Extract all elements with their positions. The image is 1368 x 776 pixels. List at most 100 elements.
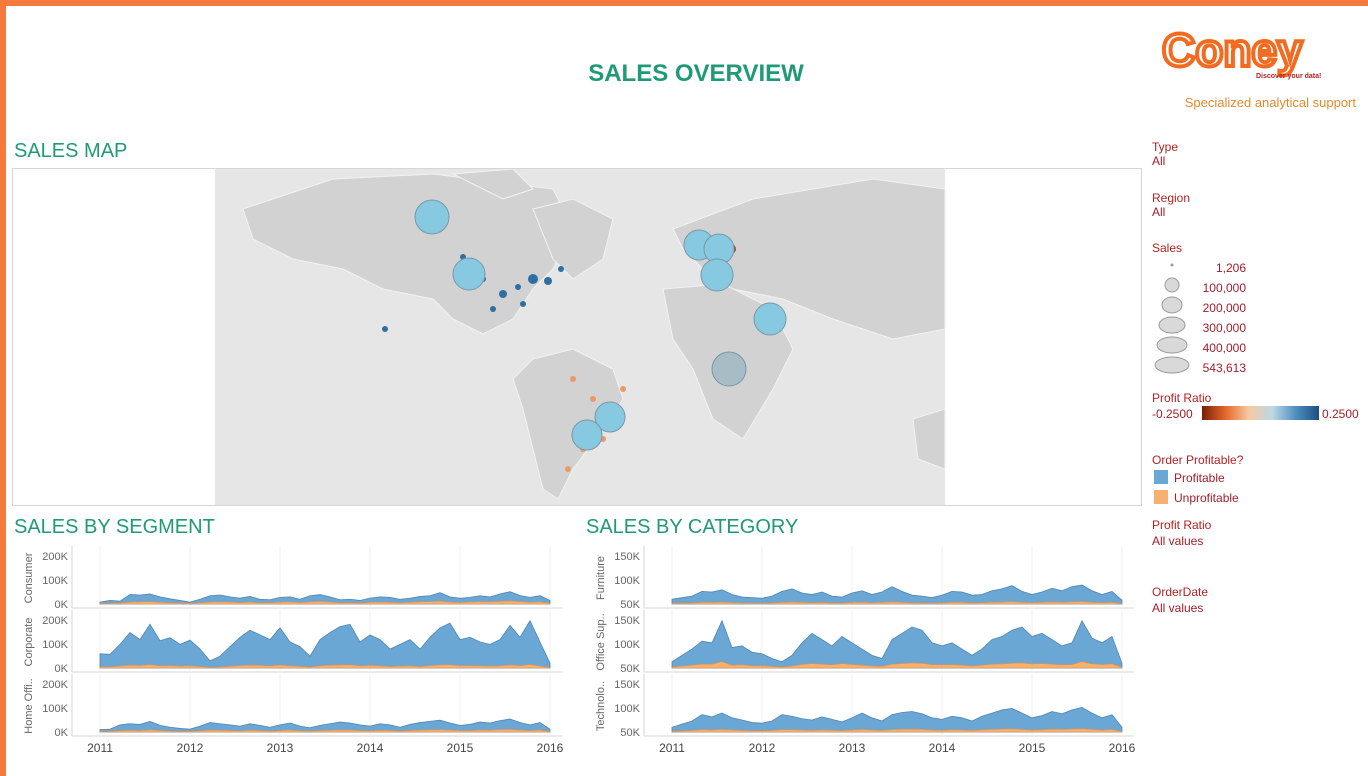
map-bubble[interactable] bbox=[452, 257, 486, 291]
size-value: 100,000 bbox=[1202, 281, 1246, 295]
row-label: Home Offi.. bbox=[23, 678, 35, 733]
unprofitable-legend-item[interactable]: Unprofitable bbox=[1174, 491, 1239, 505]
orderdate-filter-label: OrderDate bbox=[1152, 585, 1209, 599]
sales-size-legend bbox=[1154, 263, 1190, 374]
size-marker bbox=[1158, 316, 1186, 334]
profitable-area[interactable] bbox=[671, 706, 1123, 733]
x-tick-label: 2014 bbox=[929, 741, 956, 755]
profitable-area[interactable] bbox=[99, 619, 551, 669]
y-tick-label: 50K bbox=[620, 663, 640, 675]
y-tick-label: 150K bbox=[614, 615, 640, 627]
profit-ratio-filter-value[interactable]: All values bbox=[1152, 534, 1203, 548]
y-tick-label: 150K bbox=[614, 679, 640, 691]
sales-by-category-chart[interactable]: 150K 100K 50K Furniture 150K 100K 50K Office Su… bbox=[584, 544, 1144, 770]
sales-by-category-title: SALES BY CATEGORY bbox=[586, 516, 799, 538]
size-value: 1,206 bbox=[1215, 261, 1246, 275]
x-tick-label: 2011 bbox=[659, 741, 685, 755]
row-label: Technolo.. bbox=[595, 681, 607, 731]
y-tick-label: 200K bbox=[42, 551, 68, 563]
segment-area-chart[interactable]: 200K 100K 0K Consumer 200K 100K 0K Corporate 200… bbox=[12, 544, 572, 770]
y-tick-label: 100K bbox=[614, 575, 640, 587]
sales-by-segment-title: SALES BY SEGMENT bbox=[14, 516, 215, 538]
dashboard-page: SALES OVERVIEW Coney Discover your data!… bbox=[6, 6, 1368, 776]
profit-ratio-legend-label: Profit Ratio bbox=[1152, 391, 1212, 405]
type-filter-label: Type bbox=[1152, 140, 1179, 154]
row-label: Corporate bbox=[23, 618, 35, 667]
y-tick-label: 150K bbox=[614, 551, 640, 563]
y-tick-label: 100K bbox=[42, 639, 68, 651]
x-tick-label: 2016 bbox=[537, 741, 564, 755]
profit-ratio-filter-label: Profit Ratio bbox=[1152, 518, 1212, 532]
x-tick-label: 2014 bbox=[357, 741, 384, 755]
profit-ratio-max: 0.2500 bbox=[1322, 407, 1359, 421]
profit-ratio-color-ramp bbox=[1202, 406, 1319, 420]
y-tick-label: 200K bbox=[42, 615, 68, 627]
row-label: Furniture bbox=[595, 556, 607, 600]
y-tick-label: 50K bbox=[620, 727, 640, 739]
map-point[interactable] bbox=[558, 266, 564, 272]
map-point[interactable] bbox=[528, 274, 538, 284]
map-point[interactable] bbox=[620, 386, 626, 392]
y-tick-label: 0K bbox=[55, 599, 69, 611]
profitable-area[interactable] bbox=[671, 584, 1123, 605]
x-tick-label: 2012 bbox=[177, 741, 204, 755]
size-value: 400,000 bbox=[1202, 341, 1246, 355]
sales-size-values: 1,206 100,000 200,000 300,000 400,000 54… bbox=[1194, 258, 1246, 378]
coney-logo: Coney Discover your data! bbox=[1160, 24, 1321, 80]
y-tick-label: 50K bbox=[620, 599, 640, 611]
row-label: Office Sup.. bbox=[595, 613, 607, 670]
profit-ratio-min: -0.2500 bbox=[1152, 407, 1193, 421]
x-tick-label: 2013 bbox=[839, 741, 866, 755]
map-point[interactable] bbox=[570, 376, 576, 382]
map-point[interactable] bbox=[544, 277, 552, 285]
x-tick-label: 2016 bbox=[1109, 741, 1136, 755]
sales-legend-label: Sales bbox=[1152, 241, 1183, 255]
x-tick-label: 2013 bbox=[267, 741, 294, 755]
type-filter-value[interactable]: All bbox=[1152, 154, 1165, 168]
sales-by-segment-chart[interactable]: 200K 100K 0K Consumer 200K 100K 0K Corporate 200… bbox=[12, 544, 572, 770]
region-filter-label: Region bbox=[1152, 191, 1191, 205]
map-point[interactable] bbox=[490, 306, 496, 312]
x-tick-label: 2012 bbox=[749, 741, 776, 755]
map-point[interactable] bbox=[590, 396, 596, 402]
size-marker bbox=[1156, 336, 1188, 354]
x-tick-label: 2015 bbox=[1019, 741, 1046, 755]
world-map[interactable] bbox=[13, 169, 1141, 505]
row-label: Consumer bbox=[23, 552, 35, 603]
tagline: Specialized analytical support bbox=[1184, 95, 1356, 110]
y-tick-label: 0K bbox=[55, 663, 69, 675]
unprofitable-swatch bbox=[1154, 490, 1168, 504]
category-area-chart[interactable]: 150K 100K 50K Furniture 150K 100K 50K Office Su… bbox=[584, 544, 1144, 770]
y-tick-label: 200K bbox=[42, 679, 68, 691]
size-marker bbox=[1154, 356, 1190, 374]
size-marker bbox=[1164, 277, 1180, 293]
size-marker bbox=[1170, 263, 1174, 267]
y-tick-label: 100K bbox=[614, 639, 640, 651]
sales-map[interactable] bbox=[12, 168, 1142, 506]
size-value: 300,000 bbox=[1202, 321, 1246, 335]
sales-map-title: SALES MAP bbox=[14, 140, 128, 162]
map-bubble[interactable] bbox=[414, 199, 450, 235]
y-tick-label: 100K bbox=[42, 703, 68, 715]
profitable-legend-item[interactable]: Profitable bbox=[1174, 471, 1225, 485]
map-point[interactable] bbox=[499, 290, 507, 298]
map-point[interactable] bbox=[520, 301, 526, 307]
map-point[interactable] bbox=[515, 284, 521, 290]
profitable-area[interactable] bbox=[671, 619, 1123, 669]
logo-wordmark: Coney bbox=[1162, 24, 1303, 76]
map-point[interactable] bbox=[565, 466, 571, 472]
map-bubble[interactable] bbox=[700, 258, 734, 292]
y-tick-label: 100K bbox=[42, 575, 68, 587]
size-value: 200,000 bbox=[1202, 301, 1246, 315]
profitable-swatch bbox=[1154, 470, 1168, 484]
map-bubble[interactable] bbox=[711, 351, 747, 387]
map-bubble[interactable] bbox=[753, 302, 787, 336]
order-profitable-label: Order Profitable? bbox=[1152, 453, 1244, 467]
orderdate-filter-value[interactable]: All values bbox=[1152, 601, 1203, 615]
logo-tagline: Discover your data! bbox=[1256, 73, 1321, 80]
map-bubble[interactable] bbox=[571, 419, 603, 451]
size-marker bbox=[1161, 296, 1183, 314]
map-point[interactable] bbox=[382, 326, 388, 332]
y-tick-label: 0K bbox=[55, 727, 69, 739]
region-filter-value[interactable]: All bbox=[1152, 205, 1165, 219]
